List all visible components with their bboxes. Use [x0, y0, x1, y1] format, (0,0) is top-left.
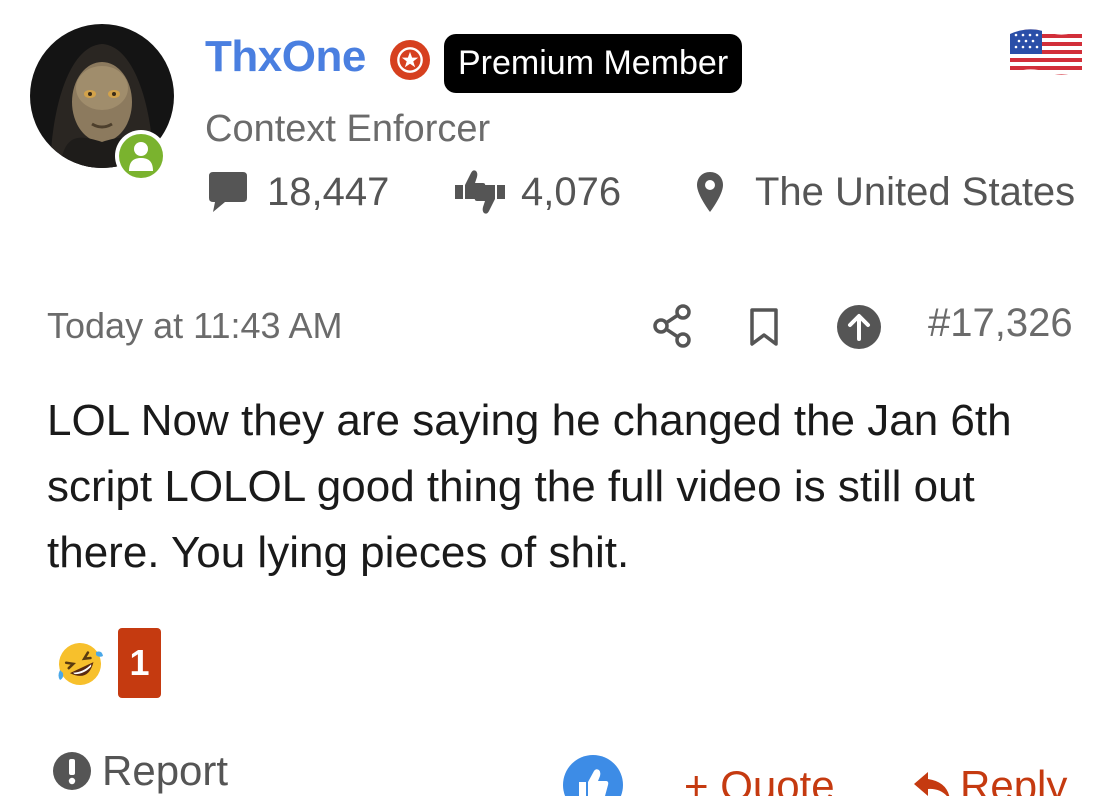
message-count: 18,447: [267, 169, 390, 214]
reply-arrow-icon: [914, 772, 950, 796]
arrow-up-circle-icon: [837, 305, 881, 349]
reaction-score-stat[interactable]: 4,076: [453, 164, 621, 220]
reaction-score: 4,076: [521, 169, 622, 214]
star-icon: [390, 40, 430, 80]
report-label: Report: [102, 747, 229, 794]
like-button[interactable]: [563, 755, 623, 796]
thumbs-up-down-icon: [455, 170, 505, 214]
forum-post: ThxOne Premium Member Context Enforcer 1…: [0, 0, 1107, 796]
message-count-stat[interactable]: 18,447: [205, 164, 389, 220]
quote-button[interactable]: + Quote: [684, 762, 835, 796]
user-title: Context Enforcer: [205, 108, 491, 150]
user-icon: [129, 142, 153, 171]
rofl-emoji-icon[interactable]: [56, 640, 104, 688]
report-button[interactable]: Report: [52, 746, 228, 796]
reply-label: Reply: [960, 762, 1068, 796]
speech-bubble-icon: [209, 172, 247, 212]
share-icon: [653, 304, 691, 348]
username-link[interactable]: ThxOne: [205, 32, 366, 82]
bookmark-icon: [750, 308, 778, 346]
reaction-count-badge[interactable]: 1: [118, 628, 161, 698]
bookmark-button[interactable]: [746, 306, 782, 348]
jump-to-post-button[interactable]: [836, 304, 882, 350]
thumbs-up-icon: [579, 769, 609, 796]
reply-button[interactable]: Reply: [912, 762, 1067, 796]
post-timestamp[interactable]: Today at 11:43 AM: [47, 305, 343, 347]
us-flag-icon: [1010, 29, 1082, 75]
map-pin-icon: [697, 172, 723, 212]
post-body: LOL Now they are saying he changed the J…: [47, 396, 1012, 577]
location: The United States: [755, 169, 1076, 214]
online-status-badge: [115, 130, 167, 182]
exclamation-circle-icon: [53, 752, 91, 790]
share-button[interactable]: [650, 302, 694, 350]
location-stat[interactable]: The United States: [695, 164, 1075, 220]
premium-member-badge: Premium Member: [444, 34, 743, 93]
post-number-link[interactable]: #17,326: [928, 301, 1073, 346]
user-stats: 18,447 4,076 The United States: [205, 164, 1107, 220]
